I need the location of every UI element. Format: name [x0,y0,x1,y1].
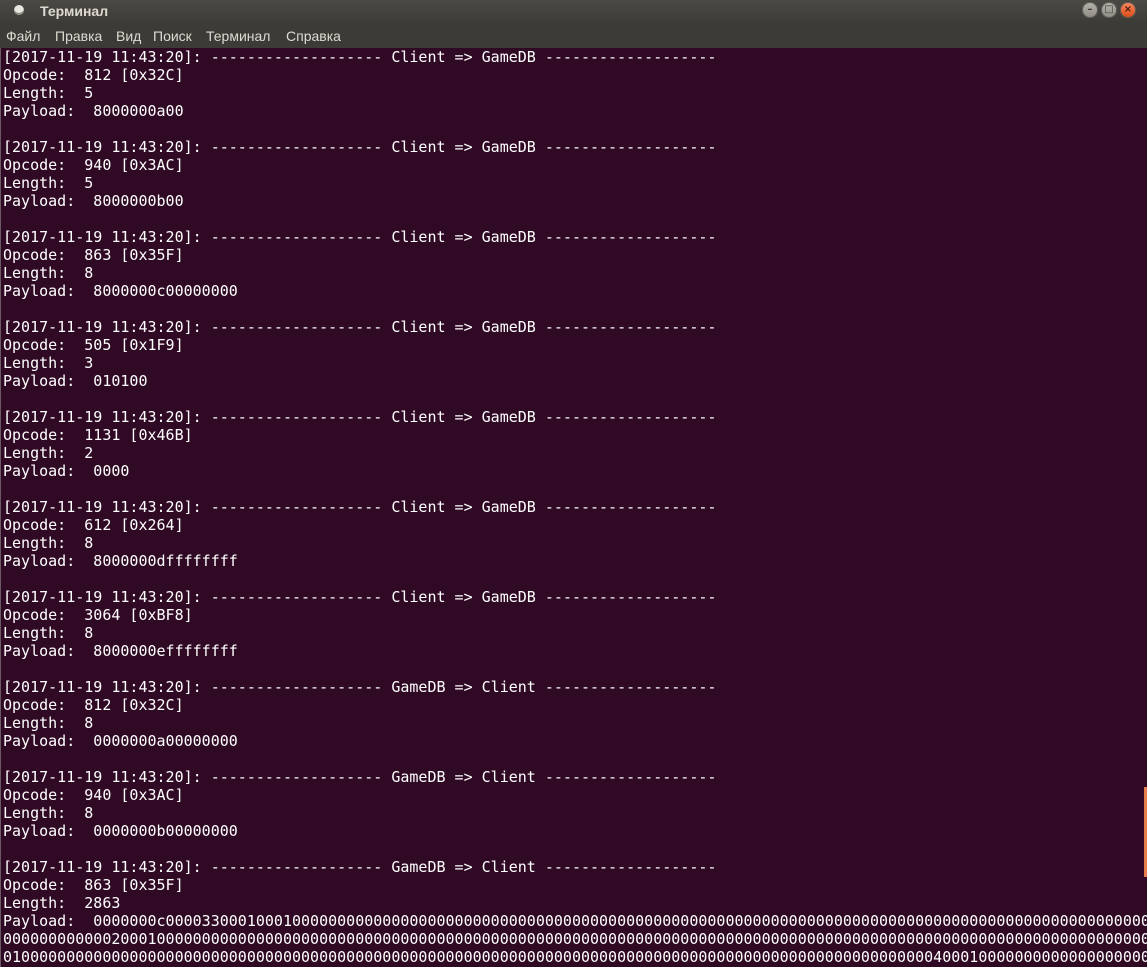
terminal-line: Payload: 8000000c00000000 [3,282,238,300]
menu-edit[interactable]: Правка [55,27,102,45]
terminal-line: [2017-11-19 11:43:20]: -----------------… [3,588,717,606]
terminal-line: Payload: 0000000a00000000 [3,732,238,750]
terminal-line: 0100000000000000000000000000000000000000… [3,948,1147,966]
terminal-line: Length: 2 [3,444,94,462]
terminal-line: Opcode: 863 [0x35F] [3,876,184,894]
terminal-line: Length: 8 [3,624,94,642]
terminal-output[interactable]: [2017-11-19 11:43:20]: -----------------… [0,48,1147,967]
terminal-line: [2017-11-19 11:43:20]: -----------------… [3,858,717,876]
menu-view[interactable]: Вид [116,27,141,45]
terminal-line: Payload: 0000 [3,462,130,480]
terminal-line: 0000000000002000100000000000000000000000… [3,930,1147,948]
title-bar[interactable]: Терминал – □ × [0,0,1147,24]
terminal-line: [2017-11-19 11:43:20]: -----------------… [3,498,717,516]
terminal-line: Payload: 8000000dffffffff [3,552,238,570]
terminal-line: [2017-11-19 11:43:20]: -----------------… [3,408,717,426]
terminal-line: Length: 5 [3,84,94,102]
menu-help[interactable]: Справка [286,27,341,45]
terminal-line: Payload: 0000000c00003300010001000000000… [3,912,1147,930]
window-controls: – □ × [1082,2,1136,18]
terminal-line: [2017-11-19 11:43:20]: -----------------… [3,678,717,696]
minimize-button[interactable]: – [1082,2,1098,18]
terminal-line: Opcode: 3064 [0xBF8] [3,606,193,624]
terminal-line: Length: 8 [3,534,94,552]
terminal-text: [2017-11-19 11:43:20]: -----------------… [3,48,1147,966]
terminal-line: Opcode: 812 [0x32C] [3,696,184,714]
terminal-line: Length: 8 [3,264,94,282]
terminal-line: Opcode: 812 [0x32C] [3,66,184,84]
terminal-line: Opcode: 505 [0x1F9] [3,336,184,354]
maximize-button[interactable]: □ [1101,2,1117,18]
terminal-line: [2017-11-19 11:43:20]: -----------------… [3,768,717,786]
terminal-window: Терминал – □ × Файл Правка Вид Поиск Тер… [0,0,1147,967]
window-title: Терминал [40,3,109,19]
terminal-line: Length: 5 [3,174,94,192]
terminal-line: Payload: 8000000a00 [3,102,184,120]
terminal-line: Opcode: 863 [0x35F] [3,246,184,264]
menu-search[interactable]: Поиск [153,27,192,45]
terminal-line: [2017-11-19 11:43:20]: -----------------… [3,138,717,156]
terminal-line: Length: 3 [3,354,94,372]
menu-bar: Файл Правка Вид Поиск Терминал Справка [0,24,1147,48]
terminal-line: Opcode: 612 [0x264] [3,516,184,534]
terminal-app-icon [14,5,24,15]
terminal-line: Opcode: 940 [0x3AC] [3,786,184,804]
terminal-line: Payload: 8000000effffffff [3,642,238,660]
terminal-line: [2017-11-19 11:43:20]: -----------------… [3,228,717,246]
terminal-line: Length: 8 [3,804,94,822]
terminal-line: Payload: 0000000b00000000 [3,822,238,840]
terminal-line: Opcode: 1131 [0x46B] [3,426,193,444]
close-button[interactable]: × [1120,2,1136,18]
terminal-line: Length: 8 [3,714,94,732]
terminal-line: Payload: 010100 [3,372,148,390]
terminal-line: Length: 2863 [3,894,121,912]
terminal-line: Payload: 8000000b00 [3,192,184,210]
terminal-line: [2017-11-19 11:43:20]: -----------------… [3,48,717,66]
menu-terminal[interactable]: Терминал [206,27,270,45]
terminal-line: [2017-11-19 11:43:20]: -----------------… [3,318,717,336]
terminal-line: Opcode: 940 [0x3AC] [3,156,184,174]
menu-file[interactable]: Файл [6,27,40,45]
